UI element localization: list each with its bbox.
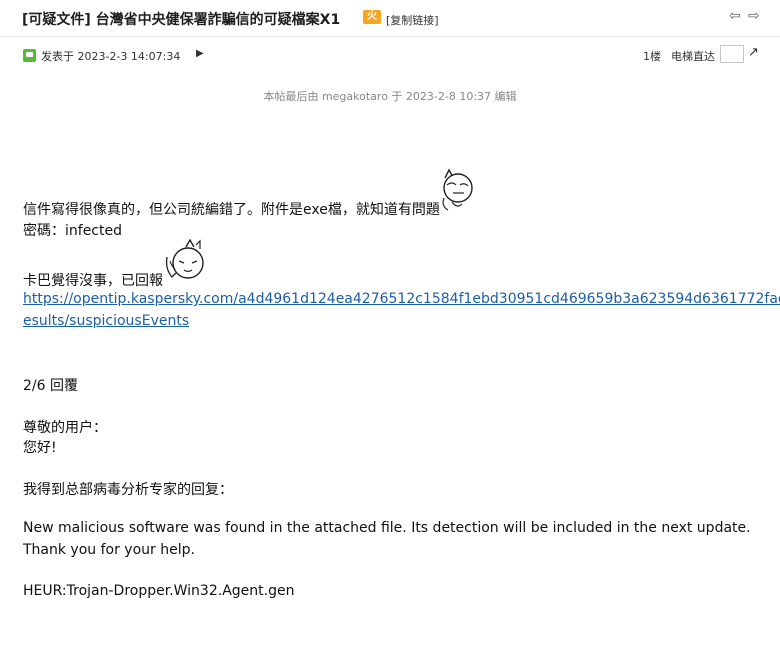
online-status-icon <box>23 49 36 62</box>
floor-number: 1楼 <box>643 50 661 63</box>
smiley-emoticon-icon <box>442 168 473 211</box>
edit-note: 本帖最后由 megakotaro 于 2023-2-8 10:37 编辑 <box>263 90 517 103</box>
post-text-line: 信件寫得很像真的，但公司統編錯了。附件是exe檔，就知道有問題 <box>23 202 440 218</box>
detection-name: HEUR:Trojan-Dropper.Win32.Agent.gen <box>23 583 295 599</box>
post-text-line: New malicious software was found in the … <box>23 520 751 536</box>
post-text-line: 密碼：infected <box>23 223 122 239</box>
forum-post-page: [可疑文件] 台灣省中央健保署詐騙信的可疑檔案X1 火 [复制链接] ⇦ ⇨ 发… <box>0 0 780 651</box>
play-arrow-icon[interactable]: ▶ <box>196 48 204 59</box>
thread-title: [可疑文件] 台灣省中央健保署詐騙信的可疑檔案X1 <box>22 12 341 28</box>
hot-badge-icon: 火 <box>363 10 381 24</box>
arrow-right-icon[interactable]: ⇨ <box>748 8 760 24</box>
go-arrow-icon[interactable]: ↗ <box>748 45 759 60</box>
jump-to-floor-label: 电梯直达 <box>671 50 715 63</box>
post-text-line: 我得到总部病毒分析专家的回复： <box>23 482 233 498</box>
post-text-line: 尊敬的用户： <box>23 420 107 436</box>
kaspersky-link[interactable]: https://opentip.kaspersky.com/a4d4961d12… <box>23 291 780 307</box>
post-date: 发表于 2023-2-3 14:07:34 <box>41 50 181 63</box>
jump-to-floor-input[interactable] <box>720 45 744 63</box>
copy-link-button[interactable]: [复制链接] <box>386 12 439 28</box>
post-text-line: Thank you for your help. <box>23 542 195 558</box>
post-text-line: 您好! <box>23 440 57 456</box>
kaspersky-link-continued[interactable]: esults/suspiciousEvents <box>23 313 189 329</box>
arrow-left-icon[interactable]: ⇦ <box>729 8 741 24</box>
reply-date: 2/6 回覆 <box>23 378 78 394</box>
smiley-emoticon-icon <box>165 239 204 279</box>
thread-header: [可疑文件] 台灣省中央健保署詐騙信的可疑檔案X1 火 [复制链接] ⇦ ⇨ <box>0 0 780 37</box>
post-text-line: 卡巴覺得沒事，已回報 <box>23 273 163 289</box>
